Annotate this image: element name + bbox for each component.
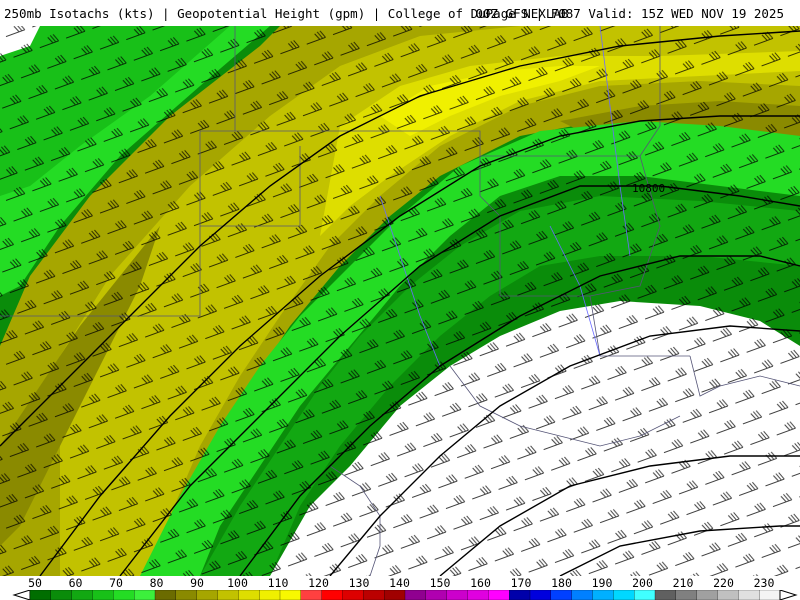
legend-swatch-20 [446,590,469,600]
legend-color-bar [12,590,798,600]
legend-tick-150: 150 [429,576,451,590]
legend-swatch-11 [259,590,281,600]
legend-swatch-7 [175,590,198,600]
legend-tick-200: 200 [632,576,653,590]
legend-swatch-16 [363,590,385,600]
legend-tick-190: 190 [591,576,613,590]
legend-swatch-14 [321,590,344,600]
legend-swatch-19 [425,590,448,600]
legend-swatch-31 [675,590,698,600]
legend-swatch-2 [71,590,94,600]
legend-swatch-34 [738,590,760,600]
legend-swatch-26 [571,590,594,600]
legend-swatch-24 [529,590,552,600]
legend-left-arrow [12,590,31,600]
legend-swatch-3 [92,590,114,600]
legend-swatch-35 [759,590,781,600]
legend-swatch-12 [279,590,302,600]
legend-tick-labels: 50 60 70 80 90 100 110 120 130 140 150 160 170 180 190… [0,576,800,590]
legend-tick-140: 140 [389,576,410,590]
legend-tick-160: 160 [470,576,491,590]
legend-swatch-18 [404,590,427,600]
wind-barbs [0,26,800,576]
legend-tick-120: 120 [308,576,329,590]
legend-swatch-33 [717,590,739,600]
legend-tick-50: 50 [28,576,42,590]
legend-tick-210: 210 [672,576,694,590]
legend-swatch-32 [696,590,719,600]
isotach-legend: 50 60 70 80 90 100 110 120 130 140 150 160 170 180 190… [0,576,800,600]
legend-swatch-1 [50,590,73,600]
legend-tick-130: 130 [348,576,370,590]
legend-swatch-13 [300,590,323,600]
legend-swatch-29 [634,590,656,600]
legend-swatch-23 [509,590,531,600]
legend-tick-170: 170 [510,576,532,590]
legend-swatch-10 [238,590,260,600]
map-canvas: 10800 [0,26,800,576]
weather-map: 10800 [0,26,800,576]
legend-swatch-30 [654,590,677,600]
model-valid-time: 00Z GFS | F087 Valid: 15Z WED NOV 19 202… [475,6,784,21]
legend-tick-100: 100 [227,576,248,590]
legend-swatch-15 [342,590,364,600]
legend-swatch-9 [217,590,239,600]
legend-tick-180: 180 [551,576,572,590]
legend-swatch-21 [467,590,489,600]
header: 250mb Isotachs (kts) | Geopotential Heig… [0,0,800,26]
legend-swatch-4 [113,590,135,600]
legend-swatch-0 [29,590,52,600]
legend-tick-90: 90 [190,576,204,590]
legend-tick-80: 80 [149,576,164,590]
legend-swatch-8 [196,590,219,600]
legend-swatch-27 [592,590,614,600]
legend-tick-230: 230 [753,576,775,590]
legend-swatch-25 [550,590,573,600]
legend-tick-70: 70 [109,576,123,590]
legend-tick-60: 60 [68,576,83,590]
legend-swatch-28 [613,590,635,600]
legend-swatch-17 [384,590,406,600]
legend-tick-110: 110 [267,576,289,590]
legend-swatch-5 [134,590,156,600]
legend-swatch-6 [154,590,177,600]
height-contour-label: 10800 [632,182,665,195]
legend-right-arrow [779,590,798,600]
legend-swatch-22 [488,590,510,600]
legend-tick-220: 220 [713,576,734,590]
